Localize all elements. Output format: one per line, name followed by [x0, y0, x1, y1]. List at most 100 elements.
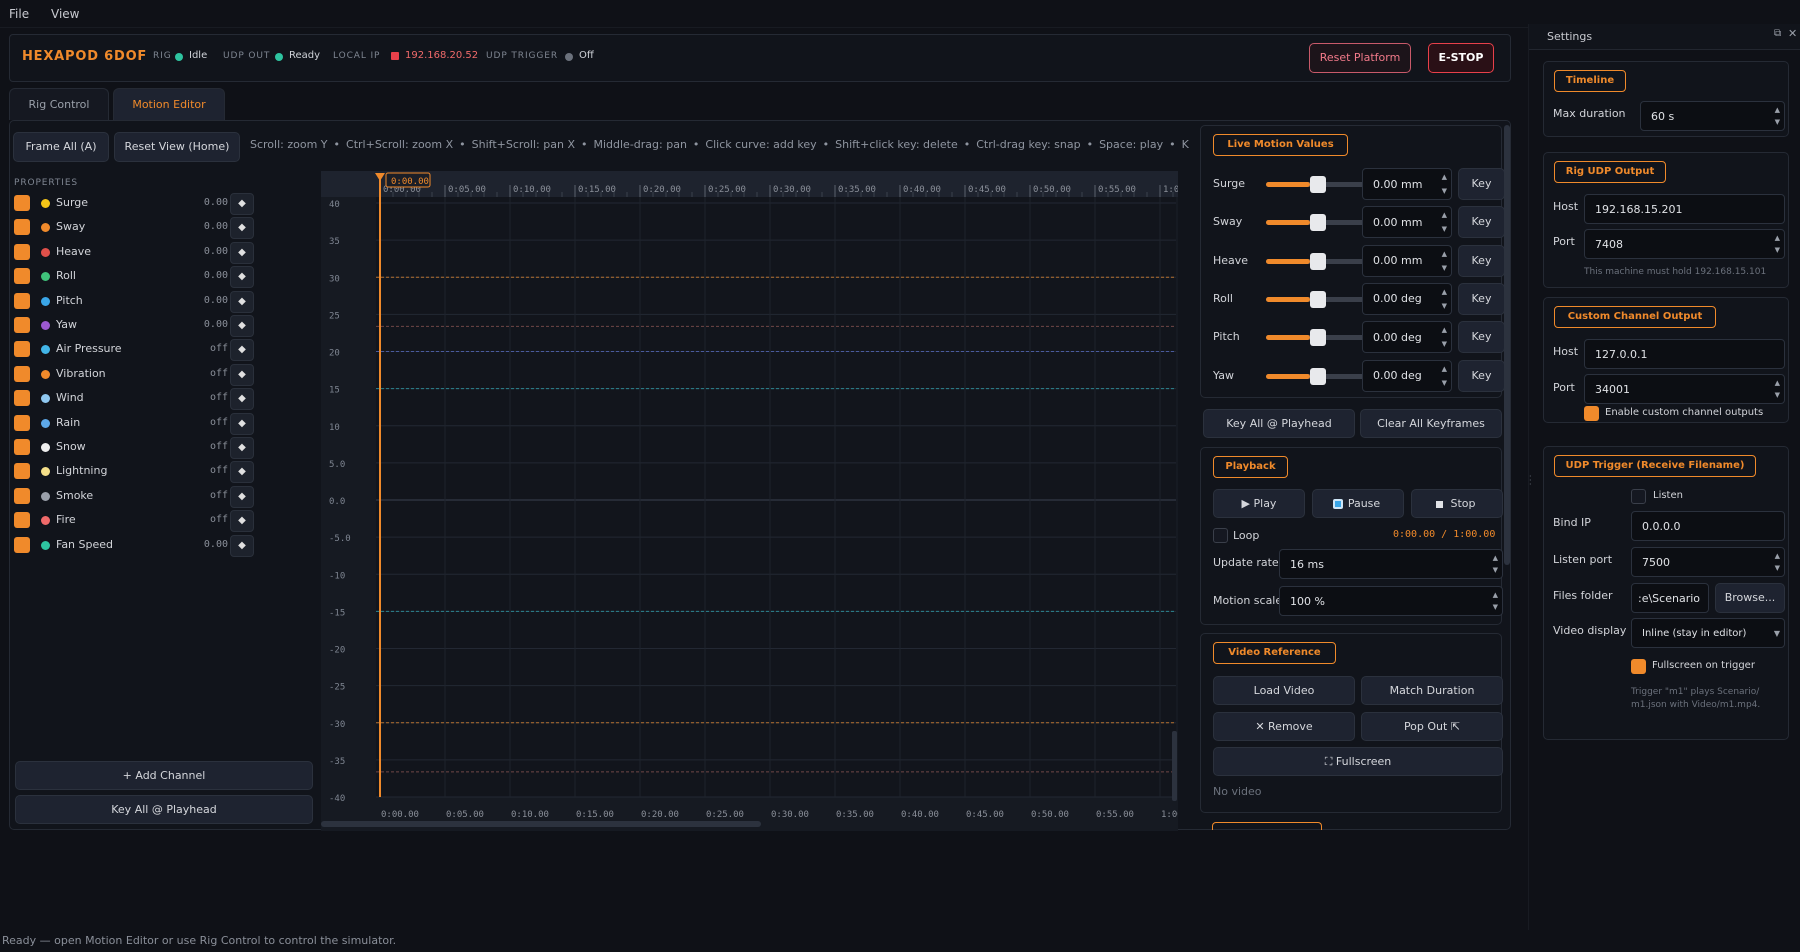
reset-platform-button[interactable]: Reset Platform	[1309, 43, 1411, 73]
spin-down-icon[interactable]: ▼	[1442, 302, 1447, 310]
property-row[interactable]: Fan Speed 0.00 ◆	[12, 534, 254, 559]
key-axis-button[interactable]: Key	[1458, 206, 1505, 239]
channel-enable-checkbox[interactable]	[14, 317, 30, 333]
keyframe-diamond-icon[interactable]: ◆	[230, 412, 254, 435]
curve-editor[interactable]: 40 35 30 25 20 15 10 5.0 0.0 -5.0 -10 -15 -20 -25 -30 -…	[321, 171, 1201, 831]
tab-motion-editor[interactable]: Motion Editor	[113, 88, 225, 120]
key-axis-button[interactable]: Key	[1458, 168, 1505, 200]
key-axis-button[interactable]: Key	[1458, 282, 1505, 315]
bind-ip-input[interactable]: 0.0.0.0	[1631, 511, 1785, 541]
keyframe-diamond-icon[interactable]: ◆	[230, 510, 254, 533]
dock-close-icon[interactable]: ✕	[1788, 27, 1797, 40]
menu-view[interactable]: View	[51, 0, 79, 28]
channel-enable-checkbox[interactable]	[14, 512, 30, 529]
slider-handle[interactable]	[1310, 176, 1326, 193]
channel-enable-checkbox[interactable]	[14, 414, 30, 431]
axis-value-spinbox[interactable]: 0.00 deg ▲ ▼	[1362, 321, 1452, 354]
tab-rig-control[interactable]: Rig Control	[9, 88, 109, 120]
slider-handle[interactable]	[1310, 290, 1326, 308]
dock-float-icon[interactable]: ⧉	[1774, 28, 1781, 39]
property-row[interactable]: Yaw 0.00 ◆	[12, 315, 254, 339]
property-row[interactable]: Fire off ◆	[12, 510, 254, 534]
plot-area[interactable]	[376, 197, 1176, 797]
slider-handle[interactable]	[1310, 214, 1326, 232]
key-axis-button[interactable]: Key	[1458, 359, 1505, 392]
spin-down-icon[interactable]: ▼	[1775, 564, 1780, 572]
property-row[interactable]: Sway 0.00 ◆	[12, 217, 254, 241]
channel-enable-checkbox[interactable]	[14, 536, 30, 553]
spin-down-icon[interactable]: ▼	[1442, 264, 1447, 272]
property-row[interactable]: Lightning off ◆	[12, 461, 254, 485]
vertical-scrollbar[interactable]	[1172, 731, 1177, 801]
spin-up-icon[interactable]: ▲	[1493, 591, 1498, 599]
channel-enable-checkbox[interactable]	[14, 365, 30, 382]
property-row[interactable]: Wind off ◆	[12, 388, 254, 412]
spin-down-icon[interactable]: ▼	[1493, 603, 1498, 611]
axis-value-spinbox[interactable]: 0.00 deg ▲ ▼	[1362, 282, 1452, 315]
channel-enable-checkbox[interactable]	[14, 487, 30, 504]
update-rate-spinbox[interactable]: 16 ms ▲ ▼	[1279, 549, 1503, 579]
key-axis-button[interactable]: Key	[1458, 244, 1505, 277]
stop-button[interactable]: Stop	[1411, 489, 1503, 518]
right-panel-scrollbar[interactable]	[1504, 125, 1510, 565]
axis-value-spinbox[interactable]: 0.00 deg ▲ ▼	[1362, 359, 1452, 392]
reset-view-button[interactable]: Reset View (Home)	[114, 132, 240, 162]
channel-enable-checkbox[interactable]	[14, 195, 30, 211]
remove-video-button[interactable]: ✕ Remove	[1213, 712, 1355, 741]
channel-enable-checkbox[interactable]	[14, 341, 30, 358]
spin-down-icon[interactable]: ▼	[1442, 225, 1447, 233]
keyframe-diamond-icon[interactable]: ◆	[230, 315, 254, 337]
keyframe-diamond-icon[interactable]: ◆	[230, 437, 254, 459]
spin-up-icon[interactable]: ▲	[1775, 379, 1780, 387]
channel-enable-checkbox[interactable]	[14, 219, 30, 236]
spin-up-icon[interactable]: ▲	[1442, 326, 1447, 334]
spin-down-icon[interactable]: ▼	[1775, 391, 1780, 399]
load-video-button[interactable]: Load Video	[1213, 676, 1355, 705]
key-axis-button[interactable]: Key	[1458, 321, 1505, 354]
spin-up-icon[interactable]: ▲	[1493, 554, 1498, 562]
slider-handle[interactable]	[1310, 329, 1326, 347]
clear-all-keyframes-button[interactable]: Clear All Keyframes	[1360, 409, 1502, 438]
spin-up-icon[interactable]: ▲	[1775, 106, 1780, 114]
spin-up-icon[interactable]: ▲	[1775, 552, 1780, 560]
spin-down-icon[interactable]: ▼	[1442, 340, 1447, 348]
add-channel-button[interactable]: + Add Channel	[15, 761, 313, 790]
browse-button[interactable]: Browse...	[1715, 583, 1785, 613]
property-row[interactable]: Surge 0.00 ◆	[12, 193, 254, 217]
property-row[interactable]: Pitch 0.00 ◆	[12, 290, 254, 315]
files-folder-input[interactable]: :e\Scenario	[1631, 583, 1709, 613]
channel-enable-checkbox[interactable]	[14, 463, 30, 480]
spin-down-icon[interactable]: ▼	[1493, 566, 1498, 574]
play-button[interactable]: ▶ Play	[1213, 489, 1305, 518]
property-row[interactable]: Rain off ◆	[12, 412, 254, 437]
motion-scale-spinbox[interactable]: 100 % ▲ ▼	[1279, 586, 1503, 616]
channel-enable-checkbox[interactable]	[14, 292, 30, 309]
keyframe-diamond-icon[interactable]: ◆	[230, 485, 254, 508]
property-row[interactable]: Vibration off ◆	[12, 363, 254, 388]
key-all-playhead-button[interactable]: Key All @ Playhead	[1203, 409, 1355, 438]
keyframe-diamond-icon[interactable]: ◆	[230, 339, 254, 362]
keyframe-diamond-icon[interactable]: ◆	[230, 363, 254, 386]
rig-host-input[interactable]: 192.168.15.201	[1584, 194, 1785, 224]
channel-enable-checkbox[interactable]	[14, 268, 30, 285]
keyframe-diamond-icon[interactable]: ◆	[230, 290, 254, 313]
horizontal-scrollbar[interactable]	[321, 821, 761, 827]
spin-down-icon[interactable]: ▼	[1775, 118, 1780, 126]
axis-value-spinbox[interactable]: 0.00 mm ▲ ▼	[1362, 168, 1452, 200]
max-duration-spinbox[interactable]: 60 s ▲ ▼	[1640, 101, 1785, 131]
pause-button[interactable]: Pause	[1312, 489, 1404, 518]
keyframe-diamond-icon[interactable]: ◆	[230, 266, 254, 289]
menu-file[interactable]: File	[9, 0, 29, 28]
fullscreen-trigger-checkbox[interactable]	[1631, 659, 1646, 674]
spin-up-icon[interactable]: ▲	[1442, 211, 1447, 219]
match-duration-button[interactable]: Match Duration	[1361, 676, 1503, 705]
property-row[interactable]: Snow off ◆	[12, 437, 254, 461]
spin-up-icon[interactable]: ▲	[1442, 173, 1447, 181]
loop-checkbox[interactable]	[1213, 528, 1228, 543]
spin-down-icon[interactable]: ▼	[1442, 379, 1447, 387]
keyframe-diamond-icon[interactable]: ◆	[230, 193, 254, 215]
channel-enable-checkbox[interactable]	[14, 439, 30, 455]
spin-down-icon[interactable]: ▼	[1442, 187, 1447, 195]
property-row[interactable]: Air Pressure off ◆	[12, 339, 254, 363]
custom-port-spinbox[interactable]: 34001 ▲ ▼	[1584, 374, 1785, 404]
